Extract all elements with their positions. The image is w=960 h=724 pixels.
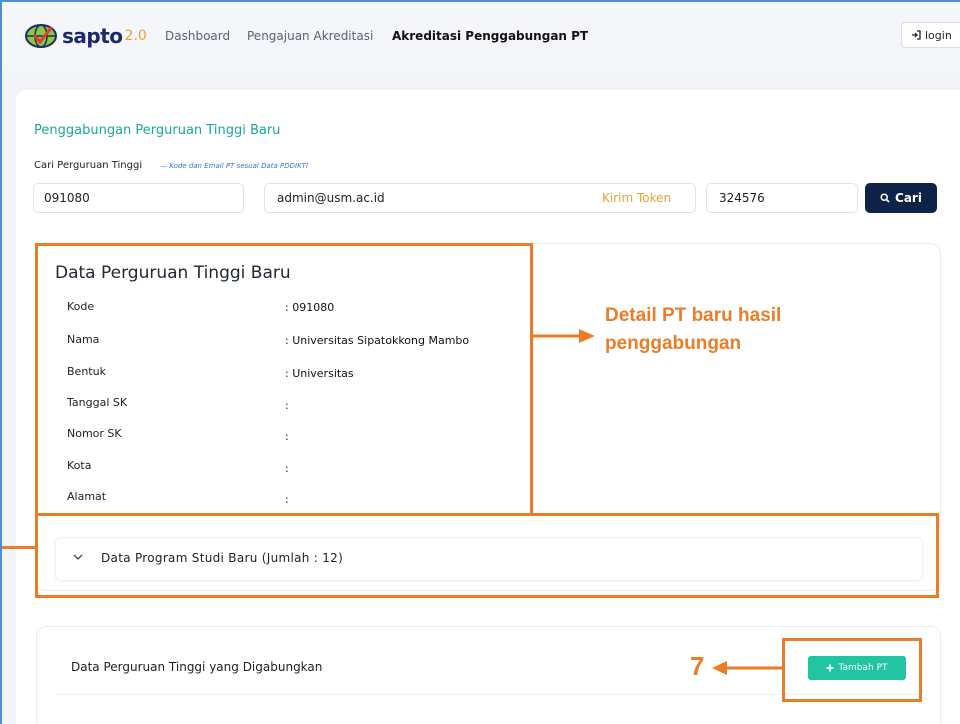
arrow-left-icon <box>712 661 784 675</box>
search-hint: — Kode dan Email PT sesuai Data PDDIKTI <box>160 162 309 170</box>
kode-pt-value: 091080 <box>44 191 90 205</box>
cari-button[interactable]: Cari <box>865 183 937 213</box>
arrow-right-icon <box>533 329 595 343</box>
token-input[interactable]: 324576 <box>706 183 858 213</box>
logo-text: sapto <box>62 24 123 48</box>
search-label: Cari Perguruan Tinggi <box>34 160 143 171</box>
sapto-logo[interactable]: sapto 2.0 <box>24 20 147 52</box>
kode-pt-input[interactable]: 091080 <box>33 183 244 213</box>
globe-logo-icon <box>25 24 57 48</box>
page-title: Penggabungan Perguruan Tinggi Baru <box>34 123 281 138</box>
merged-pt-title: Data Perguruan Tinggi yang Digabungkan <box>71 660 323 674</box>
annotation-detail-callout: Detail PT baru hasil penggabungan <box>605 302 781 358</box>
kirim-token-link[interactable]: Kirim Token <box>602 191 671 205</box>
token-value: 324576 <box>719 191 765 205</box>
nav-pengajuan-akreditasi[interactable]: Pengajuan Akreditasi <box>247 29 373 43</box>
nav-akreditasi-penggabungan[interactable]: Akreditasi Penggabungan PT <box>392 29 588 43</box>
annotation-callout-line2: penggabungan <box>605 333 742 354</box>
annotation-detail-box <box>35 243 533 516</box>
sign-in-icon <box>912 30 921 40</box>
annotation-left-line <box>0 546 37 549</box>
window-frame-left <box>0 0 2 724</box>
login-button[interactable]: login <box>901 22 960 48</box>
window-frame-top <box>0 0 960 2</box>
search-icon <box>880 193 890 203</box>
annotation-tambah-box <box>782 638 922 702</box>
annotation-step-number: 7 <box>690 651 705 681</box>
email-pt-value: admin@usm.ac.id <box>277 191 385 205</box>
annotation-prodi-box <box>35 513 939 598</box>
navbar: sapto 2.0 Dashboard Pengajuan Akreditasi… <box>0 0 960 70</box>
login-label: login <box>925 28 952 42</box>
nav-dashboard[interactable]: Dashboard <box>165 29 230 43</box>
logo-version: 2.0 <box>124 28 147 44</box>
annotation-callout-line1: Detail PT baru hasil <box>605 305 782 326</box>
cari-label: Cari <box>895 191 922 205</box>
